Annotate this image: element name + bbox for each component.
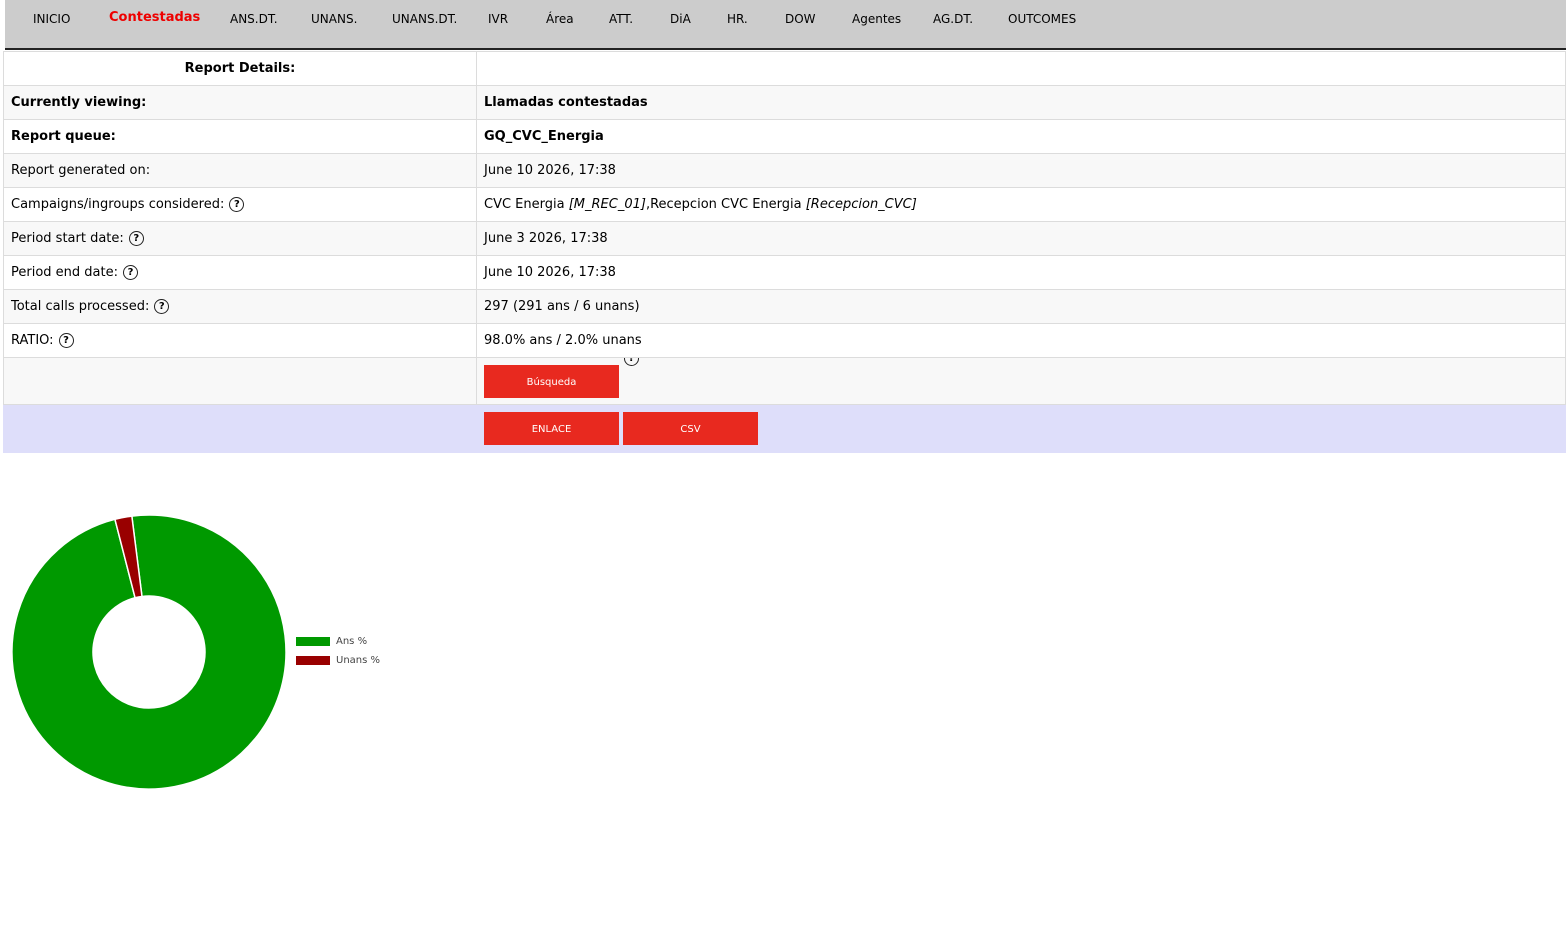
table-row: Period end date:? June 10 2026, 17:38 xyxy=(3,255,1566,290)
start-label: Period start date: xyxy=(11,231,124,246)
total-label-cell: Total calls processed:? xyxy=(3,289,477,324)
tab-area[interactable]: Área xyxy=(546,12,574,26)
legend-swatch xyxy=(296,655,330,665)
table-row: ENLACE CSV xyxy=(3,404,1566,453)
tab-att[interactable]: ATT. xyxy=(609,12,633,26)
csv-button[interactable]: CSV xyxy=(623,412,758,445)
search-cell: Búsqueda? xyxy=(476,357,1566,405)
start-value: June 3 2026, 17:38 xyxy=(476,221,1566,256)
link-button[interactable]: ENLACE xyxy=(484,412,619,445)
table-row: Currently viewing: Llamadas contestadas xyxy=(3,85,1566,120)
help-icon[interactable]: ? xyxy=(154,299,170,314)
campaign-id: [Recepcion_CVC] xyxy=(805,197,917,212)
ans-unans-chart: Ans % Unans % xyxy=(0,500,420,810)
campaigns-label: Campaigns/ingroups considered: xyxy=(11,197,225,212)
tab-agentes[interactable]: Agentes xyxy=(852,12,901,26)
tab-unans[interactable]: UNANS. xyxy=(311,12,357,26)
campaign-id: [M_REC_01] xyxy=(568,197,646,212)
table-row: Búsqueda? xyxy=(3,357,1566,405)
table-row: Period start date:? June 3 2026, 17:38 xyxy=(3,221,1566,256)
empty-cell xyxy=(3,404,477,453)
table-row: Total calls processed:? 297 (291 ans / 6… xyxy=(3,289,1566,324)
tab-dow[interactable]: DOW xyxy=(785,12,816,26)
help-icon[interactable]: ? xyxy=(229,197,245,212)
tab-ag-dt[interactable]: AG.DT. xyxy=(933,12,973,26)
tab-hr[interactable]: HR. xyxy=(727,12,748,26)
campaign-name: CVC Energia xyxy=(484,197,565,212)
pie-slice-ans xyxy=(11,514,287,790)
generated-value: June 10 2026, 17:38 xyxy=(476,153,1566,188)
total-value: 297 (291 ans / 6 unans) xyxy=(476,289,1566,324)
table-row: Campaigns/ingroups considered:? CVC Ener… xyxy=(3,187,1566,222)
tab-contestadas[interactable]: Contestadas xyxy=(109,11,200,25)
ratio-label-cell: RATIO:? xyxy=(3,323,477,358)
campaigns-value: CVC Energia [M_REC_01],Recepcion CVC Ene… xyxy=(476,187,1566,222)
end-value: June 10 2026, 17:38 xyxy=(476,255,1566,290)
currently-viewing-value: Llamadas contestadas xyxy=(476,85,1566,120)
report-details-table: Report Details: Currently viewing: Llama… xyxy=(3,51,1566,453)
tab-inicio[interactable]: INICIO xyxy=(33,12,70,26)
actions-cell: ENLACE CSV xyxy=(476,404,1566,453)
campaigns-label-cell: Campaigns/ingroups considered:? xyxy=(3,187,477,222)
help-icon[interactable]: ? xyxy=(122,265,138,280)
tab-ivr[interactable]: IVR xyxy=(488,12,508,26)
tab-unans-dt[interactable]: UNANS.DT. xyxy=(392,12,457,26)
end-label: Period end date: xyxy=(11,265,118,280)
campaign-name: ,Recepcion CVC Energia xyxy=(645,197,802,212)
tab-ans-dt[interactable]: ANS.DT. xyxy=(230,12,278,26)
end-label-cell: Period end date:? xyxy=(3,255,477,290)
donut-chart xyxy=(11,514,287,790)
table-row: Report queue: GQ_CVC_Energia xyxy=(3,119,1566,154)
legend-item: Ans % xyxy=(296,636,380,655)
table-row: Report Details: xyxy=(3,51,1566,86)
help-icon[interactable]: ? xyxy=(624,358,639,366)
currently-viewing-label: Currently viewing: xyxy=(3,85,477,120)
legend-swatch xyxy=(296,636,330,646)
ratio-label: RATIO: xyxy=(11,333,54,348)
report-queue-value: GQ_CVC_Energia xyxy=(476,119,1566,154)
help-icon[interactable]: ? xyxy=(128,231,144,246)
generated-label: Report generated on: xyxy=(3,153,477,188)
report-details-header: Report Details: xyxy=(3,51,477,86)
top-nav: INICIO Contestadas ANS.DT. UNANS. UNANS.… xyxy=(5,0,1566,50)
legend-label: Ans % xyxy=(336,636,368,647)
total-label: Total calls processed: xyxy=(11,299,150,314)
tab-outcomes[interactable]: OUTCOMES xyxy=(1008,12,1076,26)
start-label-cell: Period start date:? xyxy=(3,221,477,256)
search-button[interactable]: Búsqueda xyxy=(484,364,619,398)
tab-dia[interactable]: DiA xyxy=(670,12,691,26)
ratio-value: 98.0% ans / 2.0% unans xyxy=(476,323,1566,358)
legend-item: Unans % xyxy=(296,655,380,674)
legend-label: Unans % xyxy=(336,655,381,666)
report-queue-label: Report queue: xyxy=(3,119,477,154)
table-row: RATIO:? 98.0% ans / 2.0% unans xyxy=(3,323,1566,358)
help-icon[interactable]: ? xyxy=(58,333,74,348)
table-row: Report generated on: June 10 2026, 17:38 xyxy=(3,153,1566,188)
chart-legend: Ans % Unans % xyxy=(296,636,380,674)
empty-cell xyxy=(476,51,1566,86)
empty-cell xyxy=(3,357,477,405)
